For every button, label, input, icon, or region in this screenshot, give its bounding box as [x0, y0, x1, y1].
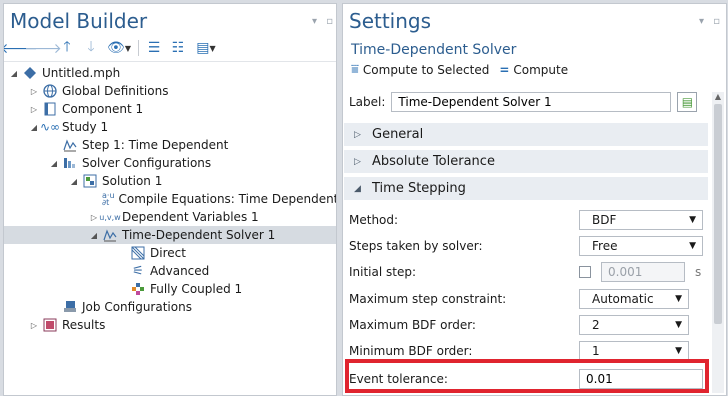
section-absolute-tolerance[interactable]: ▷ Absolute Tolerance	[344, 149, 708, 173]
expand-toggle-icon[interactable]: ▷	[28, 321, 40, 330]
tree-item-study[interactable]: ◢ ∿∞ Study 1	[4, 118, 336, 136]
collapse-arrow-icon: ◢	[354, 183, 361, 194]
settings-scrollbar[interactable]: ▲	[712, 92, 724, 393]
settings-title: Settings	[349, 9, 432, 33]
show-eye-icon[interactable]: 👁 ▼	[106, 39, 132, 57]
expand-all-icon[interactable]: ☷	[169, 39, 187, 57]
study-icon: ∿∞	[39, 120, 61, 134]
event-tolerance-input[interactable]	[579, 369, 703, 389]
results-icon	[42, 318, 58, 332]
toolbar-divider	[138, 40, 139, 56]
tree-item-step1[interactable]: Step 1: Time Dependent	[4, 136, 336, 154]
initial-step-checkbox[interactable]	[579, 266, 591, 278]
compute-to-selected-icon: ⩸	[351, 62, 359, 77]
model-tree: ◢ Untitled.mph ▷ Global Definitions ▷ Co…	[4, 61, 336, 332]
event-tolerance-row: Event tolerance:	[349, 368, 704, 390]
tree-item-untitled[interactable]: ◢ Untitled.mph	[4, 64, 336, 82]
tree-item-advanced[interactable]: ⚟ Advanced	[4, 262, 336, 280]
collapse-all-icon[interactable]: ☰	[145, 39, 163, 57]
time-solver-icon	[102, 228, 118, 242]
max-step-row: Maximum step constraint: Automatic ▼	[349, 288, 704, 310]
tree-item-dependent-variables[interactable]: ▷ u,v,w Dependent Variables 1	[4, 208, 336, 226]
initial-step-row: Initial step: s	[349, 261, 704, 283]
compute-icon: =	[499, 62, 510, 77]
max-step-select[interactable]: Automatic ▼	[579, 289, 689, 309]
dropdown-caret-icon: ▼	[675, 320, 682, 330]
fully-coupled-icon	[130, 282, 146, 296]
down-arrow-icon[interactable]: 🡓	[82, 39, 100, 57]
scroll-up-icon[interactable]: ▲	[712, 92, 724, 101]
edit-label-icon[interactable]: ▤	[677, 92, 698, 112]
tree-item-solution[interactable]: ◢ Solution 1	[4, 172, 336, 190]
tree-item-component[interactable]: ▷ Component 1	[4, 100, 336, 118]
compute-to-selected-button[interactable]: ⩸ Compute to Selected	[351, 62, 489, 77]
collapse-toggle-icon[interactable]: ◢	[28, 123, 40, 132]
panel-pin-icon[interactable]: ▾ ▫	[312, 16, 336, 27]
panel-pin-icon[interactable]: ▾ ▫	[699, 16, 723, 27]
steps-select[interactable]: Free ▼	[579, 236, 703, 256]
label-input[interactable]	[391, 92, 672, 112]
section-general[interactable]: ▷ General	[344, 122, 708, 146]
label-row: Label: ▤	[349, 92, 698, 112]
collapse-toggle-icon[interactable]: ◢	[8, 69, 20, 78]
section-time-stepping[interactable]: ◢ Time Stepping	[344, 176, 708, 200]
job-config-icon	[62, 300, 78, 314]
tree-item-fully-coupled[interactable]: Fully Coupled 1	[4, 280, 336, 298]
steps-row: Steps taken by solver: Free ▼	[349, 235, 704, 257]
direct-icon	[130, 246, 146, 260]
max-bdf-select[interactable]: 2 ▼	[579, 315, 689, 335]
min-bdf-row: Minimum BDF order: 1 ▼	[349, 340, 704, 362]
expand-arrow-icon: ▷	[354, 156, 361, 167]
solver-config-icon	[62, 156, 78, 170]
compile-icon: a·u ∂t	[102, 191, 115, 207]
component-icon	[42, 102, 58, 116]
method-row: Method: BDF ▼	[349, 209, 704, 231]
model-builder-panel: Model Builder ▾ ▫ 🡐 🡒 🡑 🡓 👁 ▼ ☰ ☷ ▤ ▼ ◢ Un…	[3, 3, 337, 396]
settings-panel: Settings ▾ ▫ Time-Dependent Solver ⩸ Com…	[342, 3, 727, 396]
model-builder-toolbar: 🡐 🡒 🡑 🡓 👁 ▼ ☰ ☷ ▤ ▼	[4, 38, 219, 58]
expand-toggle-icon[interactable]: ▷	[28, 105, 40, 114]
time-step-icon	[62, 138, 78, 152]
dropdown-caret-icon: ▼	[689, 215, 696, 225]
settings-subtitle: Time-Dependent Solver	[351, 42, 517, 58]
initial-step-input[interactable]	[601, 262, 685, 282]
min-bdf-select[interactable]: 1 ▼	[579, 341, 689, 361]
max-bdf-row: Maximum BDF order: 2 ▼	[349, 314, 704, 336]
compute-button[interactable]: = Compute	[499, 63, 568, 77]
tree-item-compile-equations[interactable]: a·u ∂t Compile Equations: Time Dependent	[4, 190, 336, 208]
globe-icon	[42, 84, 58, 98]
dropdown-caret-icon: ▼	[675, 294, 682, 304]
up-arrow-icon[interactable]: 🡑	[58, 39, 76, 57]
expand-toggle-icon[interactable]: ▷	[28, 87, 40, 96]
settings-actions: ⩸ Compute to Selected = Compute	[351, 62, 568, 77]
collapse-toggle-icon[interactable]: ◢	[88, 231, 100, 240]
label-caption: Label:	[349, 95, 386, 109]
dropdown-caret-icon: ▼	[689, 241, 696, 251]
method-select[interactable]: BDF ▼	[579, 210, 703, 230]
tree-item-global-definitions[interactable]: ▷ Global Definitions	[4, 82, 336, 100]
tree-item-results[interactable]: ▷ Results	[4, 316, 336, 334]
dependent-vars-icon: u,v,w	[99, 212, 121, 222]
scrollbar-thumb[interactable]	[714, 104, 722, 324]
dropdown-caret-icon: ▼	[675, 346, 682, 356]
tree-item-direct[interactable]: Direct	[4, 244, 336, 262]
expand-arrow-icon: ▷	[354, 129, 361, 140]
expand-toggle-icon[interactable]: ▷	[88, 213, 100, 222]
initial-step-unit: s	[695, 265, 702, 279]
list-view-icon[interactable]: ▤ ▼	[193, 39, 219, 57]
collapse-toggle-icon[interactable]: ◢	[68, 177, 80, 186]
solution-icon	[82, 174, 98, 188]
model-builder-title: Model Builder	[10, 9, 148, 33]
forward-arrow-icon[interactable]: 🡒	[24, 39, 62, 57]
model-icon	[22, 66, 38, 80]
tree-item-solver-configurations[interactable]: ◢ Solver Configurations	[4, 154, 336, 172]
collapse-toggle-icon[interactable]: ◢	[48, 159, 60, 168]
tree-item-time-dependent-solver[interactable]: ◢ Time-Dependent Solver 1	[4, 226, 336, 244]
tree-item-job-configurations[interactable]: Job Configurations	[4, 298, 336, 316]
advanced-icon: ⚟	[132, 263, 144, 279]
